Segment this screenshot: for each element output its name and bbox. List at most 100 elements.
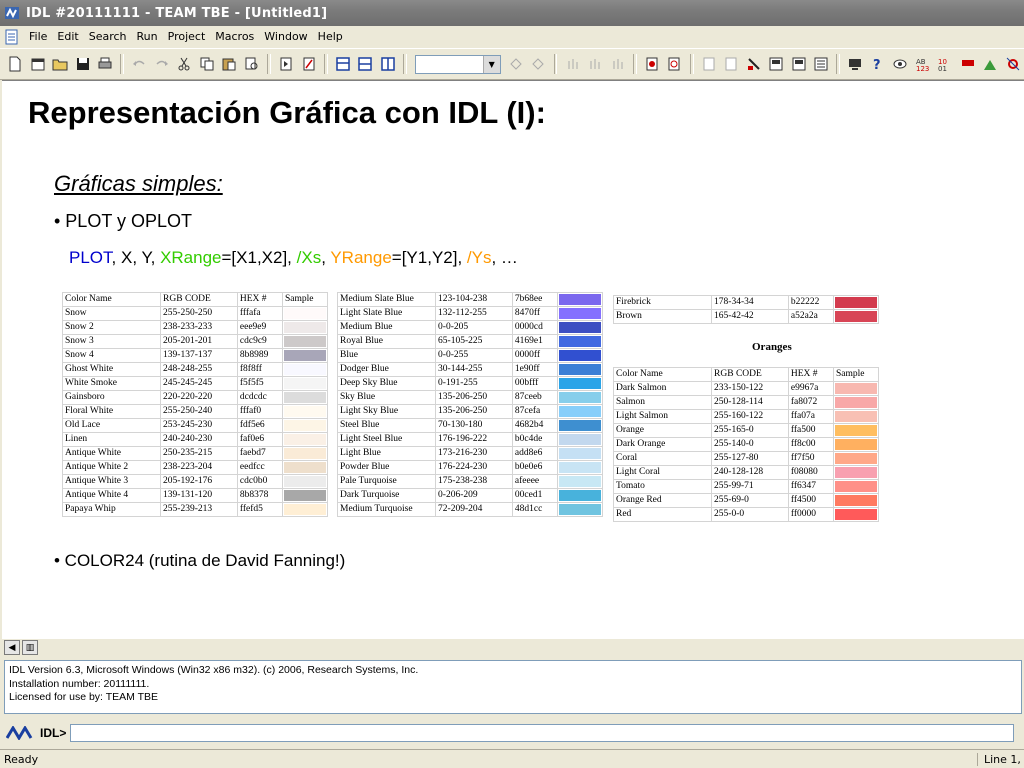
menu-help[interactable]: Help <box>313 26 348 47</box>
clear-breakpoint-icon[interactable] <box>664 53 684 75</box>
color-swatch <box>283 490 326 501</box>
hex-code: 7b68ee <box>511 292 558 307</box>
color-swatch <box>558 336 601 347</box>
ten-icon[interactable]: 10 01 <box>935 53 955 75</box>
column-header: Color Name <box>612 367 713 382</box>
column-header: HEX # <box>236 292 283 307</box>
status-text: Ready <box>4 752 39 766</box>
watch-icon[interactable] <box>890 53 910 75</box>
tab-list-icon[interactable]: ▥ <box>22 640 38 655</box>
table-row: Antique White 3 205-192-176 cdc0b0 <box>61 474 329 489</box>
copy-icon[interactable] <box>197 53 217 75</box>
column-header: RGB CODE <box>711 367 789 382</box>
undo-icon[interactable] <box>129 53 149 75</box>
color-name: Brown <box>612 309 713 324</box>
find-icon[interactable] <box>242 53 262 75</box>
toolbar-separator <box>632 54 637 74</box>
step-return-icon[interactable] <box>585 53 605 75</box>
new-file-icon[interactable] <box>5 53 25 75</box>
table-row: Salmon 250-128-114 fa8072 <box>612 395 880 410</box>
hex-code: faf0e6 <box>236 432 283 447</box>
redo-icon[interactable] <box>152 53 172 75</box>
indent-icon[interactable] <box>699 53 719 75</box>
menu-project[interactable]: Project <box>163 26 211 47</box>
rgb-code: 139-137-137 <box>160 348 238 363</box>
color-name: Light Coral <box>612 465 713 480</box>
layout-a-icon[interactable] <box>333 53 353 75</box>
color-sample <box>556 404 604 419</box>
color-sample <box>556 362 604 377</box>
monitor-icon[interactable] <box>845 53 865 75</box>
layout-c-icon[interactable] <box>378 53 398 75</box>
menu-edit[interactable]: Edit <box>52 26 83 47</box>
open-icon[interactable] <box>50 53 70 75</box>
document-icon[interactable] <box>5 29 19 45</box>
print-icon[interactable] <box>95 53 115 75</box>
menu-macros[interactable]: Macros <box>210 26 259 47</box>
color-name: Pale Turquoise <box>336 474 437 489</box>
gear-icon[interactable] <box>1002 53 1022 75</box>
hex-code: ff6347 <box>787 479 834 494</box>
editor-pane[interactable]: Representación Gráfica con IDL (I): Gráf… <box>2 80 1024 639</box>
color-sample <box>281 502 329 517</box>
table-row: Deep Sky Blue 0-191-255 00bfff <box>336 376 604 391</box>
step-end-icon[interactable] <box>607 53 627 75</box>
breakpoint-icon[interactable] <box>642 53 662 75</box>
step-into-icon[interactable] <box>506 53 526 75</box>
help-icon[interactable]: ? <box>868 53 888 75</box>
cut-icon[interactable] <box>174 53 194 75</box>
table-row: Powder Blue 176-224-230 b0e0e6 <box>336 460 604 475</box>
color-sample <box>556 334 604 349</box>
color-name: Red <box>612 507 713 522</box>
ab-icon[interactable]: AB 123 <box>913 53 933 75</box>
color-name: Antique White 2 <box>61 460 162 475</box>
color-table-whites: Color Name RGB CODE HEX # Sample Snow 255-250… <box>61 292 329 517</box>
slide-subtitle: Gráficas simples: <box>54 171 223 196</box>
color-sample <box>556 376 604 391</box>
color-name: White Smoke <box>61 376 162 391</box>
compile-icon[interactable] <box>276 53 296 75</box>
layout-b-icon[interactable] <box>355 53 375 75</box>
toolbar-separator <box>403 54 407 74</box>
color-name: Dark Turquoise <box>336 488 437 503</box>
toolbar-separator <box>323 54 328 74</box>
paste-icon[interactable] <box>219 53 239 75</box>
rgb-code: 0-191-255 <box>435 376 513 391</box>
tools-icon[interactable] <box>980 53 1000 75</box>
menu-file[interactable]: File <box>24 26 52 47</box>
macro-select[interactable]: ▼ <box>414 54 501 74</box>
comment-icon[interactable] <box>743 53 763 75</box>
rgb-code: 178-34-34 <box>711 295 789 310</box>
color-swatch <box>558 504 601 515</box>
tab-scroll-left-icon[interactable]: ◀ <box>4 640 20 655</box>
color-swatch <box>834 297 877 308</box>
uncomment-icon[interactable] <box>766 53 786 75</box>
table-row: Gainsboro 220-220-220 dcdcdc <box>61 390 329 405</box>
chevron-down-icon[interactable]: ▼ <box>482 55 500 73</box>
idl-app-icon[interactable] <box>4 5 20 21</box>
save-icon[interactable] <box>72 53 92 75</box>
color-swatch <box>558 420 601 431</box>
new-project-icon[interactable] <box>27 53 47 75</box>
menu-search[interactable]: Search <box>84 26 132 47</box>
rgb-code: 176-196-222 <box>435 432 513 447</box>
menu-run[interactable]: Run <box>132 26 163 47</box>
display-icon[interactable] <box>811 53 831 75</box>
list-icon[interactable] <box>788 53 808 75</box>
plot-keyword: PLOT <box>69 248 112 267</box>
color-name: Tomato <box>612 479 713 494</box>
rgb-code: 255-69-0 <box>711 493 789 508</box>
step-over-icon[interactable] <box>528 53 548 75</box>
color-sample <box>832 309 880 324</box>
log-line: IDL Version 6.3, Microsoft Windows (Win3… <box>9 664 419 676</box>
step-out-icon[interactable] <box>562 53 582 75</box>
menu-window[interactable]: Window <box>259 26 312 47</box>
flag-icon[interactable] <box>958 53 978 75</box>
run-icon[interactable] <box>298 53 318 75</box>
command-input[interactable] <box>70 724 1015 742</box>
window-title: IDL #20111111 - TEAM TBE - [Untitled1] <box>26 5 328 21</box>
color-swatch <box>283 364 326 375</box>
toolbar: ▼ ? AB 123 10 01 <box>0 48 1024 80</box>
table-row: Light Sky Blue 135-206-250 87cefa <box>336 404 604 419</box>
outdent-icon[interactable] <box>721 53 741 75</box>
